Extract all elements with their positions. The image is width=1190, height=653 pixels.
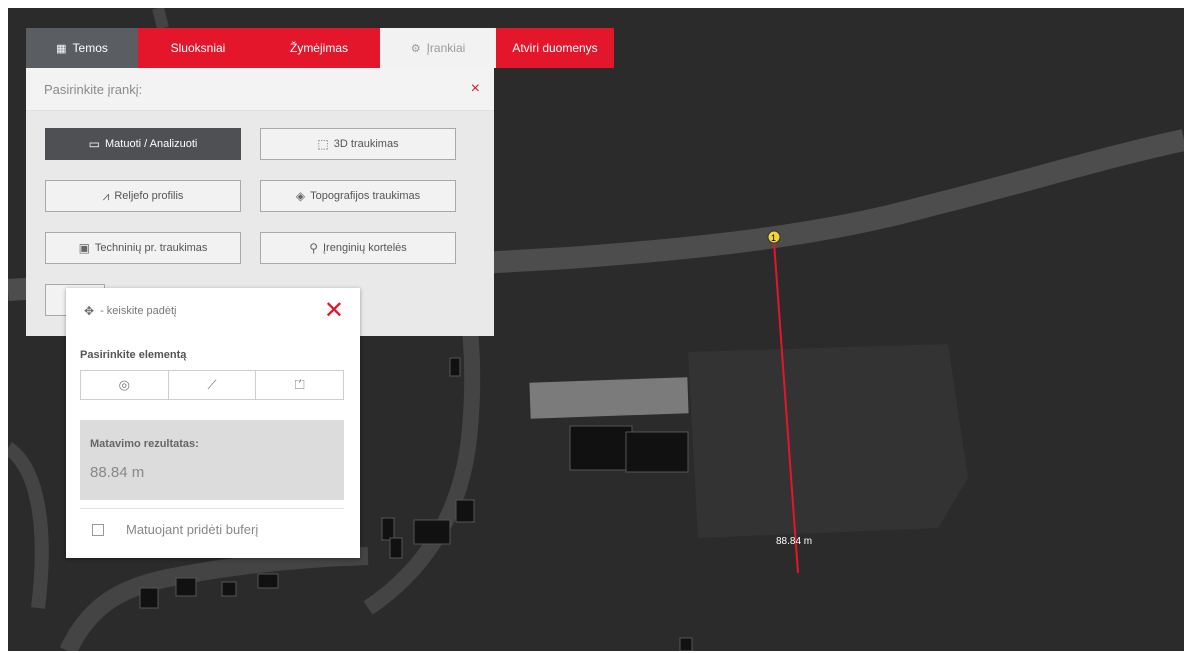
techniniu-traukimas-button[interactable]: ▣ Techninių pr. traukimas <box>45 232 241 264</box>
result-value: 88.84 m <box>90 464 145 481</box>
tab-sluoksniai-label: Sluoksniai <box>170 41 226 55</box>
move-arrows-icon: ✥ <box>84 304 95 318</box>
topografijos-traukimas-button[interactable]: ◈ Topografijos traukimas <box>260 180 456 212</box>
irenginiu-label: Įrenginių kortelės <box>323 242 407 254</box>
close-icon[interactable]: ✕ <box>324 299 344 323</box>
buffer-option[interactable]: Matuojant pridėti buferį <box>92 522 258 537</box>
measure-result-box: Matavimo rezultatas: 88.84 m <box>80 420 344 500</box>
cube-icon: ⬚ <box>317 137 329 151</box>
tab-temos-label: Temos <box>72 41 108 55</box>
matuoti-label: Matuoti / Analizuoti <box>105 138 198 150</box>
tab-zymejimas-label: Žymėjimas <box>289 41 348 55</box>
grid-icon: ▦ <box>56 42 67 55</box>
ruler-icon: ▭ <box>88 137 100 151</box>
irenginiu-korteles-button[interactable]: ⚲ Įrenginių kortelės <box>260 232 456 264</box>
polygon-icon: ⏍ <box>294 377 305 392</box>
topo-label: Topografijos traukimas <box>310 190 421 202</box>
3d-traukimas-button[interactable]: ⬚ 3D traukimas <box>260 128 456 160</box>
polygon-tool-button[interactable]: ⏍ <box>256 371 343 399</box>
tools-panel-header: Pasirinkite įrankį: × <box>26 68 494 111</box>
techniniu-label: Techninių pr. traukimas <box>94 242 208 254</box>
tab-irankiai-label: Įrankiai <box>426 41 466 55</box>
point-tool-button[interactable]: ◎ <box>81 371 169 399</box>
tab-atviri-duomenys[interactable]: Atviri duomenys <box>496 28 614 68</box>
element-type-selector: ◎ ⟋ ⏍ <box>80 370 344 400</box>
measure-panel: ✥ - keiskite padėtį ✕ Pasirinkite elemen… <box>66 288 360 558</box>
tab-sluoksniai[interactable]: Sluoksniai <box>138 28 258 68</box>
line-tool-button[interactable]: ⟋ <box>169 371 257 399</box>
tab-zymejimas[interactable]: Žymėjimas <box>258 28 380 68</box>
top-tabs: ▦ Temos Sluoksniai Žymėjimas ⚙ Įrankiai … <box>26 28 614 68</box>
move-handle[interactable]: ✥ - keiskite padėtį <box>84 304 177 318</box>
polyline-icon: ⟋ <box>207 377 217 392</box>
reljefo-label: Reljefo profilis <box>114 190 184 202</box>
matuoti-analizuoti-button[interactable]: ▭ Matuoti / Analizuoti <box>45 128 241 160</box>
divider <box>80 508 344 509</box>
tools-panel-title: Pasirinkite įrankį: <box>44 81 143 97</box>
tab-atviri-label: Atviri duomenys <box>512 41 598 55</box>
tab-temos[interactable]: ▦ Temos <box>26 28 138 68</box>
buffer-label: Matuojant pridėti buferį <box>126 522 259 537</box>
map-measure-label: 88.84 m <box>776 536 813 547</box>
tab-irankiai[interactable]: ⚙ Įrankiai <box>380 28 496 68</box>
document-icon: ▣ <box>78 241 90 255</box>
close-icon[interactable]: × <box>471 80 480 98</box>
measure-panel-header: ✥ - keiskite padėtį ✕ <box>66 288 360 334</box>
gear-icon: ⚙ <box>410 42 421 55</box>
reljefo-profilis-button[interactable]: ⩘ Reljefo profilis <box>45 180 241 212</box>
profile-chart-icon: ⩘ <box>102 188 110 203</box>
result-label: Matavimo rezultatas: <box>90 438 199 450</box>
map-marker-number: 1 <box>771 233 776 243</box>
layers-icon: ◈ <box>295 189 306 203</box>
buffer-checkbox[interactable] <box>92 523 104 536</box>
select-element-label: Pasirinkite elementą <box>80 349 187 361</box>
link-icon: ⚲ <box>309 241 318 255</box>
mouse-icon: ◎ <box>118 377 130 392</box>
move-hint: - keiskite padėtį <box>100 305 177 317</box>
3d-traukimas-label: 3D traukimas <box>333 138 399 150</box>
